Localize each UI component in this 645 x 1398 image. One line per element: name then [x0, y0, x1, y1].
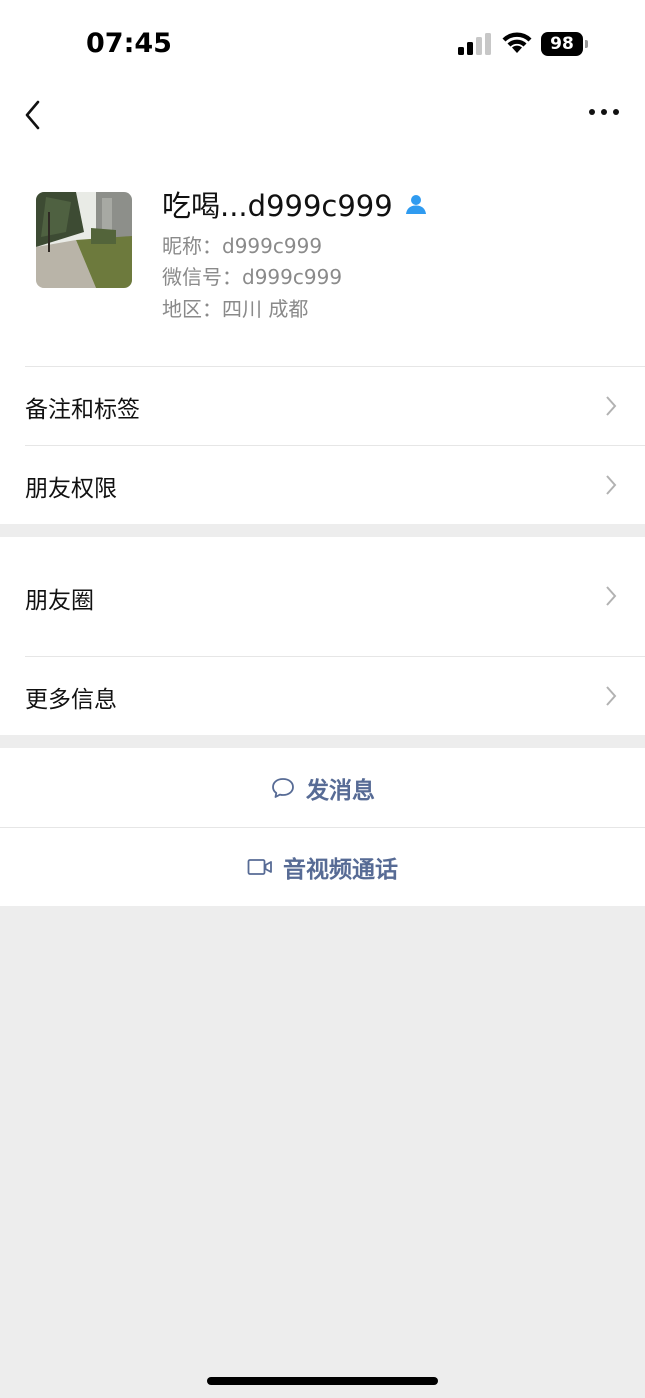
- divider: [25, 656, 645, 657]
- wechat-id: 微信号：d999c999: [162, 265, 343, 289]
- status-bar: 07:45 98: [0, 0, 645, 80]
- row-label: 朋友圈: [25, 588, 94, 614]
- divider: [0, 827, 645, 828]
- region: 地区：四川 成都: [162, 297, 309, 321]
- video-call-label: 音视频通话: [283, 856, 398, 883]
- status-time: 07:45: [86, 28, 172, 59]
- display-name: 吃喝...d999c999: [162, 189, 393, 223]
- battery-icon: 98: [541, 32, 589, 56]
- chevron-left-icon[interactable]: [20, 98, 44, 132]
- divider: [25, 445, 645, 446]
- send-message-button[interactable]: 发消息: [0, 748, 645, 827]
- row-friend-permissions[interactable]: 朋友权限: [0, 445, 645, 524]
- divider: [25, 366, 645, 367]
- avatar-photo: [36, 192, 132, 288]
- battery-level: 98: [541, 32, 583, 56]
- home-indicator[interactable]: [207, 1377, 438, 1385]
- video-camera-icon: [247, 858, 272, 875]
- cellular-signal-icon: [458, 33, 491, 55]
- row-label: 备注和标签: [25, 397, 140, 423]
- nav-bar: [0, 80, 645, 150]
- row-label: 朋友权限: [25, 476, 117, 502]
- row-label: 更多信息: [25, 687, 117, 713]
- video-call-button[interactable]: 音视频通话: [0, 827, 645, 906]
- chevron-right-icon: [606, 586, 617, 606]
- row-remarks-tags[interactable]: 备注和标签: [0, 366, 645, 445]
- contact-person-icon: [405, 195, 426, 214]
- more-dots-icon[interactable]: [588, 106, 620, 118]
- chat-bubble-icon: [272, 777, 294, 798]
- chevron-right-icon: [606, 396, 617, 416]
- profile-header: 吃喝...d999c999 昵称：d999c999 微信号：d999c999 地…: [0, 150, 645, 366]
- wifi-icon: [502, 32, 532, 53]
- row-moments[interactable]: 朋友圈: [0, 537, 645, 656]
- chevron-right-icon: [606, 475, 617, 495]
- battery-nub: [585, 40, 588, 48]
- chevron-right-icon: [606, 686, 617, 706]
- nickname: 昵称：d999c999: [162, 234, 323, 258]
- send-message-label: 发消息: [306, 777, 375, 804]
- row-more-info[interactable]: 更多信息: [0, 656, 645, 735]
- name-row: 吃喝...d999c999: [162, 184, 427, 224]
- avatar[interactable]: [36, 192, 132, 288]
